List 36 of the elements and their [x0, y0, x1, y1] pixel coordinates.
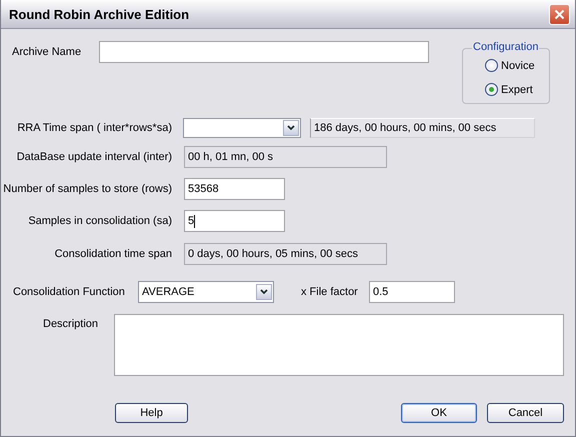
description-field[interactable]	[114, 314, 564, 376]
radio-option[interactable]: Novice	[485, 59, 535, 72]
readout-field: 0 days, 00 hours, 05 mins, 00 secs	[184, 243, 387, 265]
field-label: Consolidation time span	[54, 248, 172, 260]
input-field[interactable]: 0.5	[369, 281, 455, 303]
window-title: Round Robin Archive Edition	[9, 6, 190, 22]
chevron-down-icon	[287, 125, 295, 131]
function-dropdown[interactable]: AVERAGE	[138, 281, 274, 303]
close-button[interactable]	[549, 4, 570, 24]
field-label: Consolidation Function	[13, 286, 126, 298]
field-label: DataBase update interval (inter)	[16, 151, 172, 163]
option-label: Expert	[501, 84, 533, 96]
group-title: Configuration	[472, 41, 540, 53]
dropdown-button[interactable]	[256, 284, 272, 300]
dropdown-value: AVERAGE	[142, 286, 194, 298]
field-label: Number of samples to store (rows)	[2, 183, 172, 195]
field-label: Description	[43, 318, 100, 330]
dialog-button[interactable]: OK	[401, 403, 477, 423]
input-field[interactable]: 5	[184, 210, 285, 232]
radio-option[interactable]: Expert	[485, 83, 533, 96]
dropdown-button[interactable]	[283, 120, 299, 136]
close-icon	[554, 8, 565, 20]
archive-name-field[interactable]	[99, 41, 429, 63]
readout-field: 00 h, 01 mn, 00 s	[184, 146, 387, 168]
readout-field: 186 days, 00 hours, 00 mins, 00 secs	[310, 118, 535, 138]
input-field[interactable]: 53568	[184, 178, 285, 200]
chevron-down-icon	[260, 289, 268, 295]
dialog-button[interactable]: Cancel	[487, 403, 564, 423]
field-label: Archive Name	[12, 46, 82, 58]
radio-button[interactable]	[485, 83, 498, 96]
field-label: RRA Time span ( inter*rows*sa)	[16, 122, 172, 134]
option-label: Novice	[501, 60, 535, 72]
field-label: Samples in consolidation (sa)	[27, 215, 172, 227]
field-label: x File factor	[301, 286, 359, 298]
dialog-button[interactable]: Help	[115, 403, 188, 423]
radio-button[interactable]	[485, 59, 498, 72]
